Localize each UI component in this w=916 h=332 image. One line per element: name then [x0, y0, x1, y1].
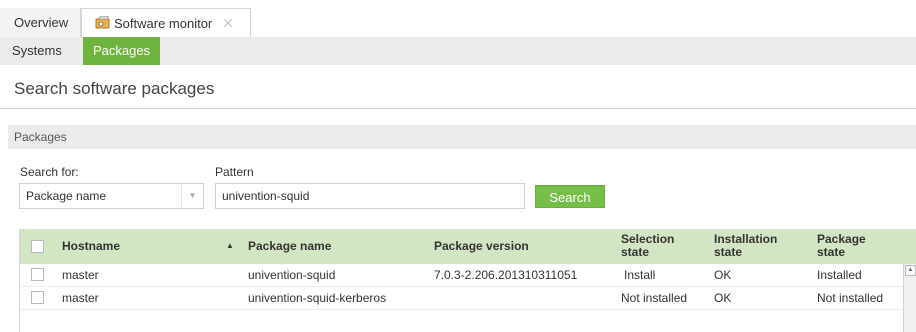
column-header-package-version[interactable]: Package version	[434, 229, 529, 264]
tab-overview[interactable]: Overview	[0, 8, 81, 37]
grid-header: Hostname ▲ Package name Package version …	[20, 229, 916, 264]
scroll-up-icon[interactable]: ▲	[905, 265, 916, 276]
row-checkbox[interactable]	[31, 268, 44, 281]
section-header-packages: Packages	[8, 125, 916, 149]
tab-bar: Overview Software monitor ✕	[0, 0, 916, 37]
tab-overview-label: Overview	[14, 15, 69, 30]
tab-software-monitor-label: Software monitor	[114, 16, 213, 31]
cell-package-name: univention-squid	[248, 268, 336, 282]
grid-scrollbar[interactable]: ▲	[903, 264, 916, 332]
cell-package-version: 7.0.3-2.206.201310311051	[434, 268, 578, 282]
cell-hostname: master	[62, 291, 99, 305]
close-tab-icon[interactable]: ✕	[222, 9, 234, 38]
tab-software-monitor[interactable]: Software monitor ✕	[81, 8, 251, 37]
page-title: Search software packages	[14, 79, 215, 98]
subnav-systems[interactable]: Systems	[12, 37, 62, 65]
subnav-packages[interactable]: Packages	[83, 37, 160, 65]
column-header-selection-state[interactable]: Selection state	[621, 229, 674, 264]
cell-package-state: Installed	[817, 268, 862, 282]
cell-installation-state: OK	[714, 268, 732, 282]
row-checkbox[interactable]	[31, 291, 44, 304]
select-all-checkbox[interactable]	[31, 240, 44, 253]
column-header-package-state[interactable]: Package state	[817, 229, 866, 264]
cell-selection-state: Install	[624, 268, 656, 282]
sort-ascending-icon[interactable]: ▲	[226, 241, 234, 250]
pattern-input[interactable]: univention-squid	[215, 183, 525, 209]
header-select-all	[20, 229, 52, 264]
cell-selection-state: Not installed	[621, 291, 688, 305]
cell-package-name: univention-squid-kerberos	[248, 291, 387, 305]
pattern-value: univention-squid	[222, 189, 310, 203]
search-for-select[interactable]: Package name ▼	[19, 183, 204, 209]
column-header-package-state-line2: state	[817, 245, 846, 259]
search-for-label: Search for:	[20, 165, 79, 179]
column-header-selection-state-line2: state	[621, 245, 650, 259]
table-row[interactable]: master univention-squid-kerberos Not ins…	[20, 287, 908, 310]
dropdown-arrow-icon[interactable]: ▼	[181, 184, 203, 208]
search-for-value: Package name	[26, 189, 107, 203]
module-subnav: Systems Packages	[0, 37, 916, 65]
column-header-installation-state[interactable]: Installation state	[714, 229, 777, 264]
packages-grid: Hostname ▲ Package name Package version …	[19, 229, 916, 332]
title-divider	[0, 108, 916, 109]
cell-hostname: master	[62, 268, 99, 282]
software-monitor-icon	[95, 16, 110, 29]
pattern-label: Pattern	[215, 165, 254, 179]
column-header-installation-state-line2: state	[714, 245, 743, 259]
cell-package-state: Not installed	[817, 291, 884, 305]
cell-installation-state: OK	[714, 291, 732, 305]
column-header-package-name[interactable]: Package name	[248, 229, 331, 264]
table-row[interactable]: master univention-squid 7.0.3-2.206.2013…	[20, 264, 908, 287]
column-header-hostname[interactable]: Hostname	[62, 229, 120, 264]
search-button[interactable]: Search	[535, 185, 605, 208]
